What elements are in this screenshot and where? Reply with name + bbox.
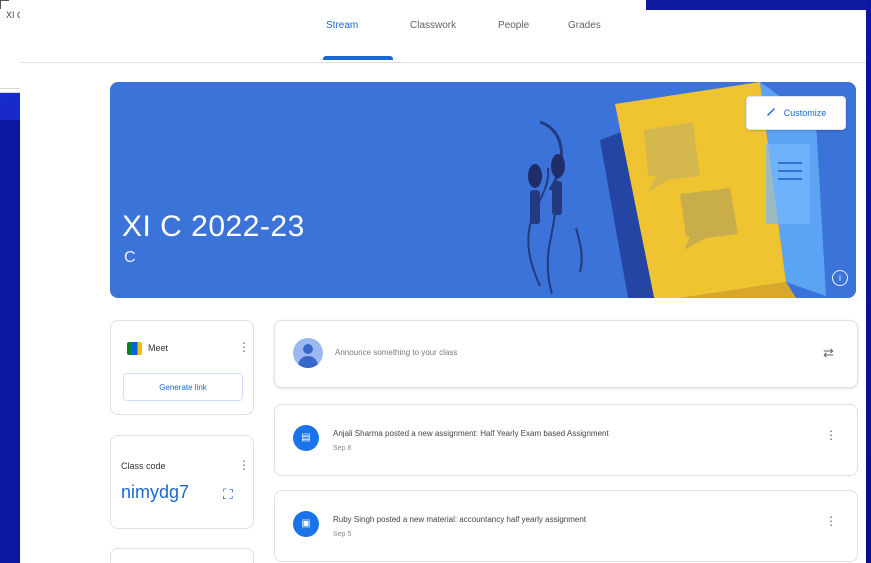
class-code-value: nimydg7 [121, 482, 190, 502]
announce-input[interactable]: Announce something to your class [335, 348, 457, 357]
post-menu-icon[interactable]: ⋮ [825, 429, 837, 441]
customize-label: Customize [783, 108, 827, 118]
meet-label: Meet [148, 343, 169, 353]
top-right-background-strip [646, 0, 866, 10]
meet-menu-icon[interactable]: ⋮ [238, 341, 250, 353]
banner-illustration [527, 82, 826, 298]
list-item[interactable]: ▤ Anjali Sharma posted a new assignment:… [274, 404, 858, 476]
panel-corner-mark [0, 0, 9, 9]
assignment-icon: ▤ [293, 425, 319, 451]
expand-icon[interactable]: ⛶ [223, 486, 233, 503]
list-item[interactable]: ▣ Ruby Singh posted a new material: acco… [274, 490, 858, 562]
meet-card: Meet ⋮ Generate link [110, 320, 254, 415]
meet-icon [127, 342, 142, 355]
tab-grades[interactable]: Grades [568, 20, 601, 31]
post-menu-icon[interactable]: ⋮ [825, 515, 837, 527]
active-tab-indicator [323, 56, 393, 60]
tab-classwork[interactable]: Classwork [410, 20, 456, 31]
class-code-label: Class code [121, 461, 166, 471]
left-background-strip [0, 120, 20, 563]
customize-button[interactable]: Customize [746, 96, 846, 130]
class-banner: XI C 2022-23 C Customize i [110, 82, 856, 298]
class-title: XI C 2022-23 [122, 210, 305, 243]
panel-divider [0, 88, 20, 89]
avatar [293, 338, 323, 368]
generate-link-button[interactable]: Generate link [123, 373, 243, 401]
class-code-menu-icon[interactable]: ⋮ [238, 459, 250, 471]
info-icon[interactable]: i [832, 270, 848, 286]
tab-stream[interactable]: Stream [326, 20, 358, 31]
class-code-card: Class code ⋮ nimydg7 ⛶ [110, 435, 254, 529]
post-text: Anjali Sharma posted a new assignment: H… [333, 429, 609, 438]
classroom-stream-page: Stream Classwork People Grades XI C 2022… [20, 0, 866, 563]
tab-people[interactable]: People [498, 20, 529, 31]
class-section: C [124, 249, 136, 266]
material-icon: ▣ [293, 511, 319, 537]
side-card [110, 548, 254, 563]
post-date: Sep 5 [333, 531, 352, 538]
repost-icon[interactable]: ⇄ [823, 345, 834, 361]
pencil-icon [766, 107, 776, 119]
announce-box[interactable]: Announce something to your class ⇄ [274, 320, 858, 388]
post-text: Ruby Singh posted a new material: accoun… [333, 515, 587, 524]
post-date: Sep 8 [333, 445, 352, 452]
